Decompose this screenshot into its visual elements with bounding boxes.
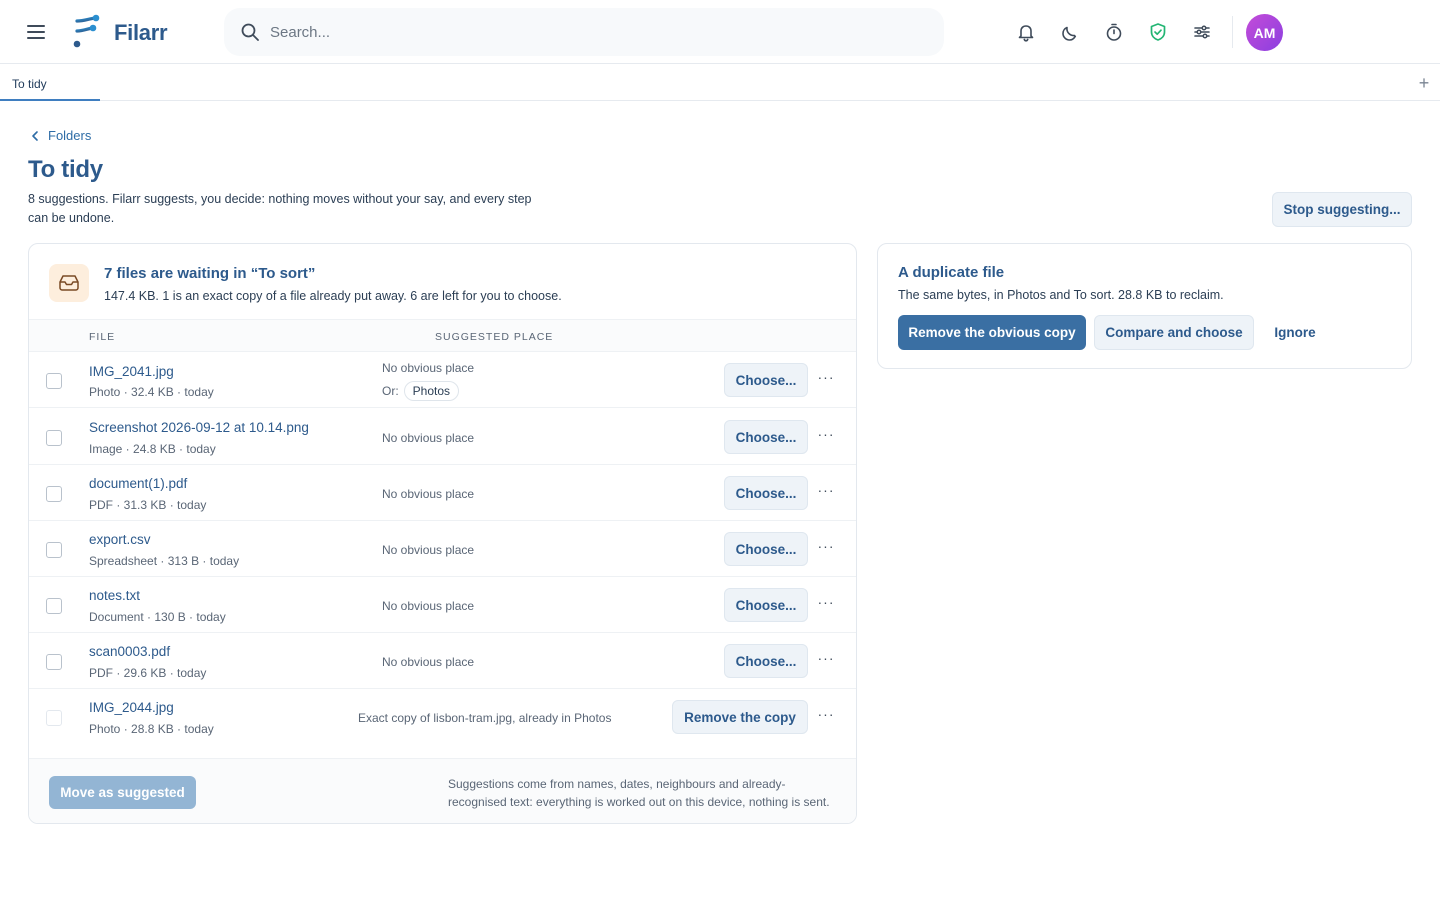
- table-row: document(1).pdf PDF · 31.3 KB · today No…: [29, 465, 856, 521]
- suggested-place: Exact copy of lisbon-tram.jpg, already i…: [358, 711, 612, 725]
- ignore-button[interactable]: Ignore: [1262, 315, 1328, 350]
- place-chip-photos[interactable]: Photos: [403, 381, 460, 401]
- row-checkbox[interactable]: [46, 430, 62, 446]
- suggested-place: No obvious place: [382, 487, 475, 501]
- column-header-file: FILE: [89, 331, 116, 343]
- top-bar: Filarr AM: [0, 0, 1440, 64]
- row-checkbox[interactable]: [46, 654, 62, 670]
- file-name-link[interactable]: document(1).pdf: [89, 476, 187, 491]
- more-options-icon[interactable]: ···: [817, 427, 835, 446]
- row-checkbox[interactable]: [46, 542, 62, 558]
- table-header: FILE SUGGESTED PLACE: [29, 319, 856, 352]
- file-name-link[interactable]: Screenshot 2026-09-12 at 10.14.png: [89, 420, 309, 435]
- choose-button[interactable]: Choose...: [724, 644, 808, 678]
- table-row: IMG_2044.jpg Photo · 28.8 KB · today Exa…: [29, 689, 856, 745]
- duplicate-description: The same bytes, in Photos and To sort. 2…: [898, 288, 1224, 302]
- card-footer: Move as suggested Suggestions come from …: [29, 758, 856, 823]
- file-name-link[interactable]: export.csv: [89, 532, 151, 547]
- file-meta: Image · 24.8 KB · today: [89, 442, 216, 456]
- file-meta: Photo · 28.8 KB · today: [89, 722, 214, 736]
- file-meta: Document · 130 B · today: [89, 610, 226, 624]
- more-options-icon[interactable]: ···: [817, 651, 835, 670]
- add-tab-plus-icon[interactable]: +: [1414, 73, 1434, 93]
- page-title: To tidy: [28, 156, 103, 183]
- file-meta: PDF · 29.6 KB · today: [89, 666, 207, 680]
- more-options-icon[interactable]: ···: [817, 483, 835, 502]
- remove-the-copy-button[interactable]: Remove the copy: [672, 700, 808, 734]
- more-options-icon[interactable]: ···: [817, 707, 835, 726]
- table-row: Screenshot 2026-09-12 at 10.14.png Image…: [29, 409, 856, 465]
- suggested-place: No obvious place: [382, 655, 475, 669]
- suggested-place: No obvious place: [382, 599, 475, 613]
- table-row: scan0003.pdf PDF · 29.6 KB · today No ob…: [29, 633, 856, 689]
- choose-button[interactable]: Choose...: [724, 363, 808, 397]
- suggested-place: No obvious place: [382, 431, 475, 445]
- search-input[interactable]: [270, 20, 910, 44]
- more-options-icon[interactable]: ···: [817, 595, 835, 614]
- settings-sliders-icon[interactable]: [1190, 20, 1214, 44]
- file-name-link[interactable]: notes.txt: [89, 588, 140, 603]
- row-checkbox[interactable]: [46, 598, 62, 614]
- file-name-link[interactable]: IMG_2041.jpg: [89, 364, 174, 379]
- choose-button[interactable]: Choose...: [724, 532, 808, 566]
- choose-button[interactable]: Choose...: [724, 476, 808, 510]
- table-row: notes.txt Document · 130 B · today No ob…: [29, 577, 856, 633]
- filarr-logo-icon: [73, 14, 100, 48]
- duplicate-file-card: A duplicate file The same bytes, in Phot…: [877, 243, 1412, 369]
- choose-button[interactable]: Choose...: [724, 420, 808, 454]
- suggested-place: No obvious place: [382, 361, 475, 375]
- chevron-left-icon: [32, 130, 38, 141]
- move-as-suggested-button[interactable]: Move as suggested: [49, 776, 196, 809]
- file-meta: Photo · 32.4 KB · today: [89, 385, 214, 399]
- card-title: 7 files are waiting in “To sort”: [104, 265, 316, 282]
- search-icon: [241, 23, 259, 41]
- notifications-bell-icon[interactable]: [1014, 20, 1038, 44]
- page-subtitle: 8 suggestions. Filarr suggests, you deci…: [28, 192, 532, 225]
- suggested-place: No obvious place: [382, 543, 475, 557]
- search-bar[interactable]: [224, 8, 944, 56]
- duplicate-title: A duplicate file: [898, 264, 1005, 281]
- file-meta: Spreadsheet · 313 B · today: [89, 554, 240, 568]
- menu-icon[interactable]: [24, 20, 48, 44]
- stop-suggesting-button[interactable]: Stop suggesting...: [1272, 192, 1412, 227]
- row-checkbox[interactable]: [46, 486, 62, 502]
- tab-to-tidy[interactable]: To tidy: [0, 65, 100, 101]
- column-header-suggested-place: SUGGESTED PLACE: [435, 331, 554, 343]
- file-name-link[interactable]: IMG_2044.jpg: [89, 700, 174, 715]
- privacy-shield-icon[interactable]: [1146, 20, 1170, 44]
- timer-stopwatch-icon[interactable]: [1102, 20, 1126, 44]
- more-options-icon[interactable]: ···: [817, 370, 835, 389]
- more-options-icon[interactable]: ···: [817, 539, 835, 558]
- footer-note: Suggestions come from names, dates, neig…: [448, 777, 830, 809]
- table-row: IMG_2041.jpg Photo · 32.4 KB · today No …: [29, 352, 856, 408]
- remove-obvious-copy-button[interactable]: Remove the obvious copy: [898, 315, 1086, 350]
- breadcrumb-label: Folders: [48, 128, 92, 143]
- card-description: 147.4 KB. 1 is an exact copy of a file a…: [104, 289, 562, 303]
- row-checkbox-disabled: [46, 710, 62, 726]
- header-divider: [1232, 16, 1233, 48]
- choose-button[interactable]: Choose...: [724, 588, 808, 622]
- inbox-tray-icon: [49, 264, 89, 302]
- table-row: export.csv Spreadsheet · 313 B · today N…: [29, 521, 856, 577]
- dark-mode-moon-icon[interactable]: [1058, 20, 1082, 44]
- to-sort-card: 7 files are waiting in “To sort” 147.4 K…: [28, 243, 857, 824]
- file-name-link[interactable]: scan0003.pdf: [89, 644, 170, 659]
- alternative-place: Or: Photos: [382, 381, 460, 401]
- row-checkbox[interactable]: [46, 373, 62, 389]
- compare-and-choose-button[interactable]: Compare and choose: [1094, 315, 1254, 350]
- or-label: Or:: [382, 384, 399, 398]
- tab-bar: To tidy +: [0, 65, 1440, 101]
- file-meta: PDF · 31.3 KB · today: [89, 498, 207, 512]
- app-name: Filarr: [114, 20, 168, 45]
- breadcrumb-back[interactable]: Folders: [30, 128, 91, 143]
- card-header: 7 files are waiting in “To sort” 147.4 K…: [29, 244, 856, 319]
- user-avatar[interactable]: AM: [1246, 14, 1283, 51]
